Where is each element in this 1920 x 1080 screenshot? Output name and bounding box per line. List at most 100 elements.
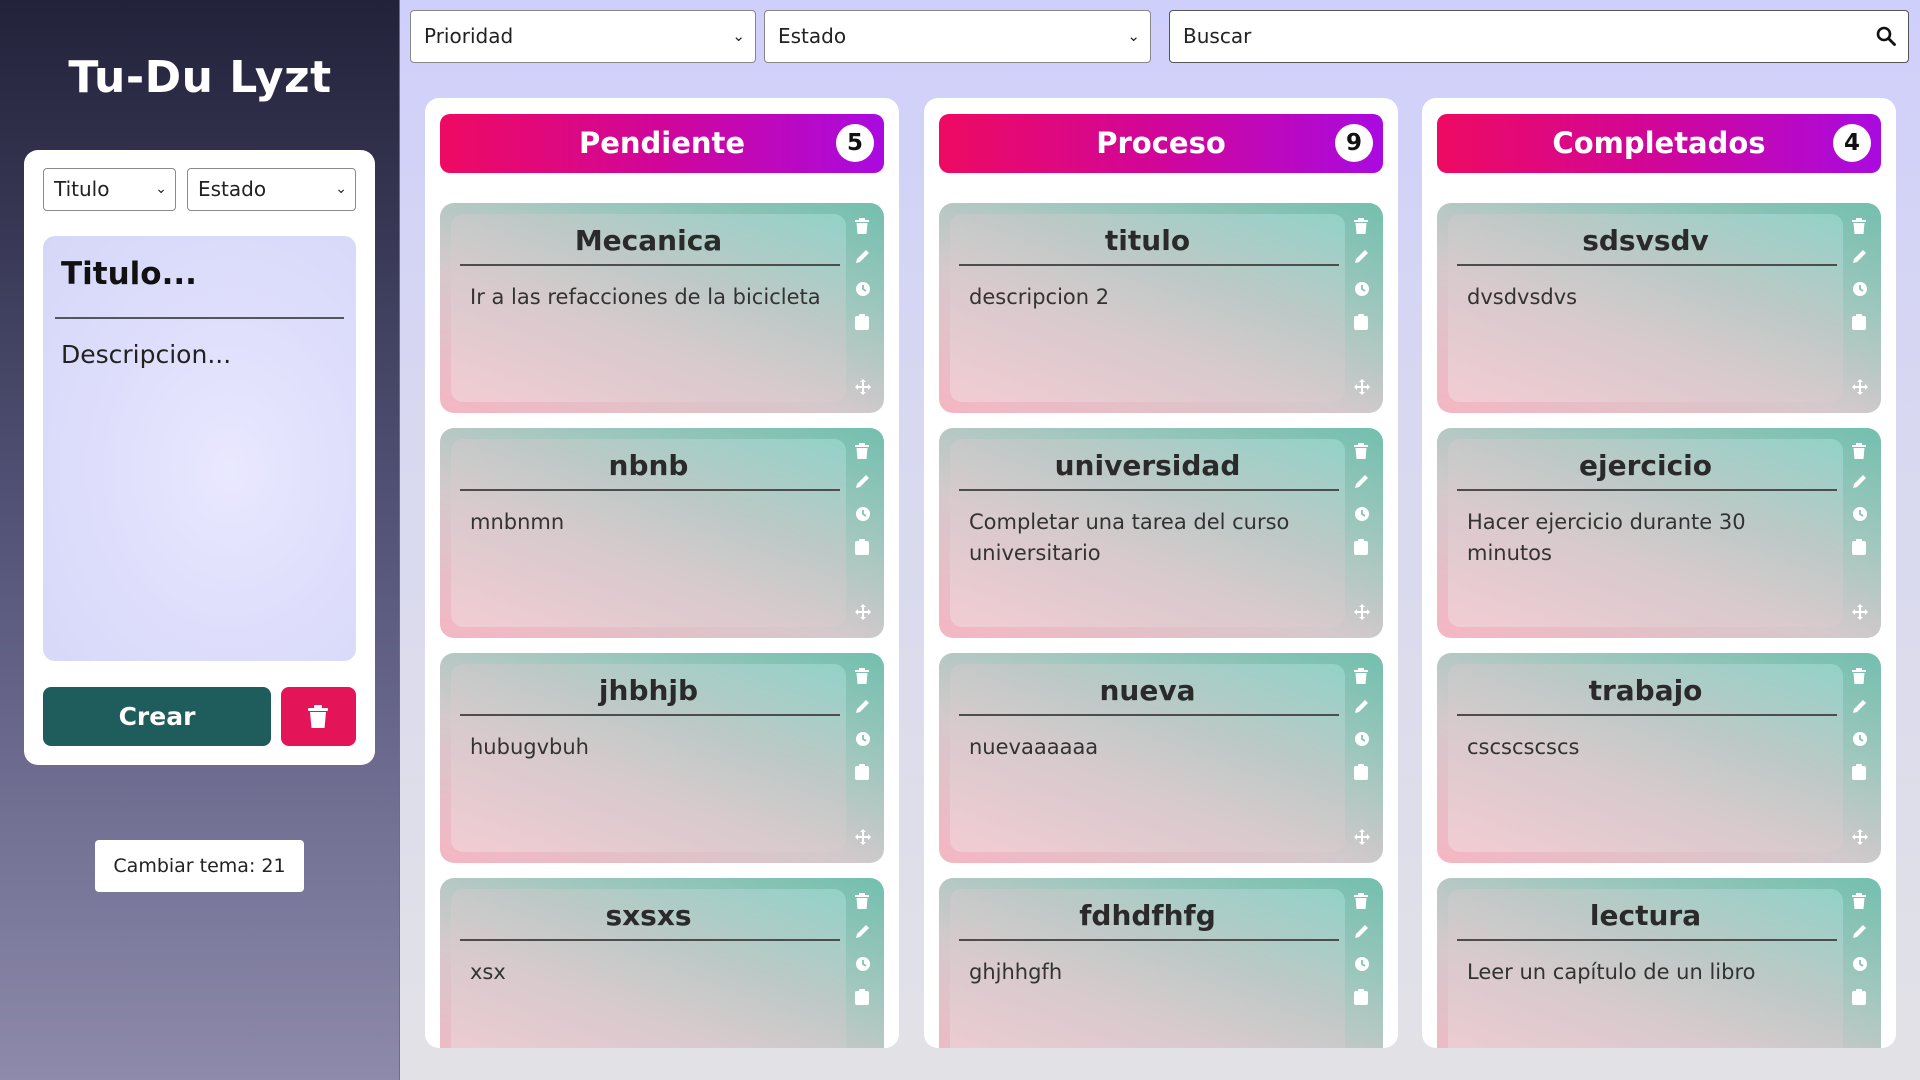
trash-icon[interactable] <box>1354 668 1372 686</box>
clock-icon[interactable] <box>1852 956 1870 974</box>
clipboard-icon[interactable] <box>855 539 873 557</box>
clock-icon[interactable] <box>1852 281 1870 299</box>
clipboard-icon[interactable] <box>1852 539 1870 557</box>
move-icon[interactable] <box>1354 379 1372 397</box>
divider <box>1457 489 1837 491</box>
clock-icon[interactable] <box>1354 281 1372 299</box>
pencil-icon[interactable] <box>1354 923 1372 941</box>
task-title: nueva <box>1099 674 1196 707</box>
sort-select[interactable]: Titulo ⌄ <box>43 168 176 211</box>
clock-icon[interactable] <box>855 731 873 749</box>
clear-button[interactable] <box>281 687 356 746</box>
move-icon[interactable] <box>1852 604 1870 622</box>
task-card[interactable]: titulo descripcion 2 <box>939 203 1383 413</box>
pencil-icon[interactable] <box>855 698 873 716</box>
create-button[interactable]: Crear <box>43 687 271 746</box>
task-body: Mecanica Ir a las refacciones de la bicic… <box>451 214 846 402</box>
pencil-icon[interactable] <box>1354 248 1372 266</box>
task-body: lectura Leer un capítulo de un libro <box>1448 889 1843 1048</box>
note-editor[interactable]: Titulo... Descripcion... <box>43 236 356 661</box>
task-body: ejercicio Hacer ejercicio durante 30 minu… <box>1448 439 1843 627</box>
trash-icon[interactable] <box>855 668 873 686</box>
clock-icon[interactable] <box>855 281 873 299</box>
pencil-icon[interactable] <box>1354 698 1372 716</box>
clock-icon[interactable] <box>855 956 873 974</box>
task-card[interactable]: jhbhjb hubugvbuh <box>440 653 884 863</box>
sidebar: Tu-Du Lyzt Titulo ⌄ Estado ⌄ Titulo... D… <box>0 0 400 1080</box>
clock-icon[interactable] <box>1852 506 1870 524</box>
move-icon[interactable] <box>855 379 873 397</box>
move-icon[interactable] <box>855 829 873 847</box>
task-description: nuevaaaaaa <box>969 735 1099 759</box>
task-card[interactable]: fdhdfhfg ghjhhgfh <box>939 878 1383 1048</box>
trash-icon[interactable] <box>855 893 873 911</box>
task-description: ghjhhgfh <box>969 960 1063 984</box>
description-input[interactable]: Descripcion... <box>61 340 231 369</box>
task-card[interactable]: sdsvsdv dvsdvsdvs <box>1437 203 1881 413</box>
clipboard-icon[interactable] <box>855 314 873 332</box>
task-description: mnbnmn <box>470 510 565 534</box>
clipboard-icon[interactable] <box>1852 314 1870 332</box>
task-body: titulo descripcion 2 <box>950 214 1345 402</box>
move-icon[interactable] <box>1852 829 1870 847</box>
change-theme-button[interactable]: Cambiar tema: 21 <box>95 840 304 892</box>
task-card[interactable]: sxsxs xsx <box>440 878 884 1048</box>
trash-icon[interactable] <box>1354 893 1372 911</box>
pencil-icon[interactable] <box>855 923 873 941</box>
priority-filter-value: Prioridad <box>424 24 514 48</box>
pencil-icon[interactable] <box>855 248 873 266</box>
clock-icon[interactable] <box>1852 731 1870 749</box>
task-card[interactable]: Mecanica Ir a las refacciones de la bicic… <box>440 203 884 413</box>
move-icon[interactable] <box>1354 604 1372 622</box>
clipboard-icon[interactable] <box>855 764 873 782</box>
clock-icon[interactable] <box>1354 956 1372 974</box>
priority-filter[interactable]: Prioridad ⌄ <box>410 10 756 63</box>
divider <box>460 939 840 941</box>
task-title: sdsvsdv <box>1582 224 1709 257</box>
move-icon[interactable] <box>1852 379 1870 397</box>
pencil-icon[interactable] <box>1852 248 1870 266</box>
trash-icon[interactable] <box>1852 893 1870 911</box>
trash-icon[interactable] <box>1354 443 1372 461</box>
clipboard-icon[interactable] <box>1852 989 1870 1007</box>
divider <box>959 264 1339 266</box>
pencil-icon[interactable] <box>855 473 873 491</box>
task-card[interactable]: lectura Leer un capítulo de un libro <box>1437 878 1881 1048</box>
task-card[interactable]: nueva nuevaaaaaa <box>939 653 1383 863</box>
task-card[interactable]: trabajo cscscscscs <box>1437 653 1881 863</box>
clipboard-icon[interactable] <box>1354 989 1372 1007</box>
pencil-icon[interactable] <box>1852 473 1870 491</box>
search-icon[interactable] <box>1876 26 1896 46</box>
title-input[interactable]: Titulo... <box>61 256 197 292</box>
clock-icon[interactable] <box>1354 731 1372 749</box>
clipboard-icon[interactable] <box>1354 764 1372 782</box>
trash-icon[interactable] <box>1852 218 1870 236</box>
state-filter[interactable]: Estado ⌄ <box>764 10 1151 63</box>
pencil-icon[interactable] <box>1852 923 1870 941</box>
clipboard-icon[interactable] <box>1852 764 1870 782</box>
task-title: jhbhjb <box>598 674 699 707</box>
task-card[interactable]: ejercicio Hacer ejercicio durante 30 minu… <box>1437 428 1881 638</box>
pencil-icon[interactable] <box>1852 698 1870 716</box>
search-input[interactable]: Buscar <box>1169 10 1909 63</box>
trash-icon[interactable] <box>855 443 873 461</box>
clipboard-icon[interactable] <box>855 989 873 1007</box>
task-card[interactable]: universidad Completar una tarea del curso… <box>939 428 1383 638</box>
column-title: Pendiente <box>578 126 746 160</box>
task-description: Hacer ejercicio durante 30 minutos <box>1467 510 1746 565</box>
task-card[interactable]: nbnb mnbnmn <box>440 428 884 638</box>
clipboard-icon[interactable] <box>1354 314 1372 332</box>
task-description: xsx <box>470 960 506 984</box>
pencil-icon[interactable] <box>1354 473 1372 491</box>
clock-icon[interactable] <box>1354 506 1372 524</box>
clipboard-icon[interactable] <box>1354 539 1372 557</box>
state-select[interactable]: Estado ⌄ <box>187 168 356 211</box>
trash-icon[interactable] <box>1852 668 1870 686</box>
trash-icon[interactable] <box>1852 443 1870 461</box>
trash-icon[interactable] <box>855 218 873 236</box>
trash-icon[interactable] <box>1354 218 1372 236</box>
move-icon[interactable] <box>1354 829 1372 847</box>
divider <box>959 939 1339 941</box>
clock-icon[interactable] <box>855 506 873 524</box>
move-icon[interactable] <box>855 604 873 622</box>
